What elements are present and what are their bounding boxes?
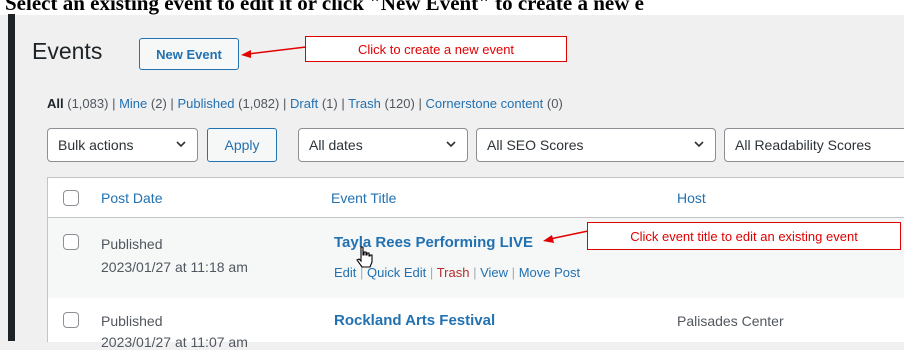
left-dark-bar (8, 14, 15, 341)
event-title-link[interactable]: Rockland Arts Festival (334, 312, 495, 329)
page-title: Events (32, 38, 103, 64)
filter-published[interactable]: Published (177, 96, 234, 111)
filter-separator: | (170, 96, 174, 111)
action-separator: | (360, 265, 364, 280)
trash-link[interactable]: Trash (437, 265, 470, 280)
chevron-down-icon (176, 141, 186, 148)
row-checkbox[interactable] (63, 234, 79, 250)
annotation-arrow-icon (241, 46, 307, 58)
filter-draft[interactable]: Draft (290, 96, 318, 111)
filter-all[interactable]: All (47, 96, 64, 111)
row-datetime: 2023/01/27 at 11:07 am (101, 334, 248, 350)
row-actions: Edit | Quick Edit | Trash | View | Move … (334, 265, 580, 280)
filter-trash-count: (120) (384, 96, 415, 111)
chevron-down-icon (446, 141, 456, 148)
new-event-button[interactable]: New Event (139, 38, 239, 70)
seo-scores-select[interactable]: All SEO Scores (476, 128, 716, 162)
quick-edit-link[interactable]: Quick Edit (367, 265, 426, 280)
action-separator: | (511, 265, 516, 280)
filter-draft-count: (1) (321, 96, 338, 111)
apply-button[interactable]: Apply (207, 128, 277, 162)
row-status: Published (101, 313, 163, 329)
row-datetime: 2023/01/27 at 11:18 am (101, 259, 248, 275)
instruction-heading: Select an existing event to edit it or c… (0, 0, 904, 15)
filter-separator: | (341, 96, 345, 111)
filter-separator: | (283, 96, 287, 111)
readability-value: All Readability Scores (735, 137, 872, 153)
view-link[interactable]: View (480, 265, 508, 280)
bulk-actions-value: Bulk actions (58, 137, 134, 153)
filter-all-count: (1,083) (67, 96, 109, 111)
seo-scores-value: All SEO Scores (487, 137, 584, 153)
filter-mine[interactable]: Mine (119, 96, 147, 111)
filter-cornerstone-count: (0) (546, 96, 563, 111)
annotation-arrow-icon (543, 230, 589, 243)
action-separator: | (429, 265, 434, 280)
column-post-date[interactable]: Post Date (101, 190, 162, 206)
bulk-actions-select[interactable]: Bulk actions (47, 128, 198, 162)
column-event-title[interactable]: Event Title (331, 190, 396, 206)
readability-select[interactable]: All Readability Scores (724, 128, 904, 162)
annotation-edit-event: Click event title to edit an existing ev… (587, 222, 901, 250)
select-all-checkbox[interactable] (63, 190, 79, 206)
row-status: Published (101, 236, 163, 252)
column-host[interactable]: Host (677, 190, 706, 206)
filter-separator: | (418, 96, 422, 111)
filter-trash[interactable]: Trash (348, 96, 381, 111)
edit-link[interactable]: Edit (334, 265, 356, 280)
row-host: Palisades Center (677, 313, 784, 329)
action-separator: | (473, 265, 477, 280)
filter-mine-count: (2) (150, 96, 167, 111)
move-post-link[interactable]: Move Post (519, 265, 580, 280)
filter-published-count: (1,082) (238, 96, 280, 111)
annotation-new-event: Click to create a new event (305, 36, 567, 62)
dates-value: All dates (309, 137, 363, 153)
dates-select[interactable]: All dates (298, 128, 468, 162)
chevron-down-icon (694, 141, 704, 148)
row-checkbox[interactable] (63, 312, 79, 328)
filter-cornerstone[interactable]: Cornerstone content (425, 96, 543, 111)
filter-separator: | (112, 96, 116, 111)
status-filter-links: All (1,083) | Mine (2) | Published (1,08… (47, 96, 563, 111)
